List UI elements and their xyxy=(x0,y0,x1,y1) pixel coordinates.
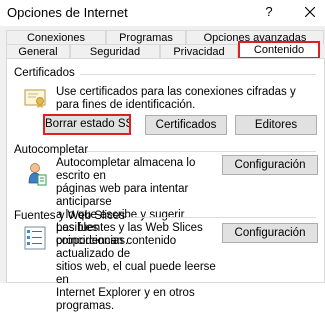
fuentes-configuracion-button[interactable]: Configuración xyxy=(222,223,318,243)
title-bar: Opciones de Internet ? xyxy=(0,0,325,26)
tab-label: Privacidad xyxy=(173,46,225,58)
description-line: sitios web, el cual puede leerse en xyxy=(56,261,216,286)
feeds-list-icon xyxy=(24,226,46,250)
tab-label: Contenido xyxy=(253,44,305,56)
section-divider xyxy=(126,217,316,218)
tab-contenido[interactable]: Contenido xyxy=(238,41,320,59)
tab-privacidad[interactable]: Privacidad xyxy=(160,44,238,58)
editores-button[interactable]: Editores xyxy=(235,115,317,135)
button-label: Editores xyxy=(254,119,298,131)
tab-label: Conexiones xyxy=(26,32,86,44)
button-label: Borrar estado SSL xyxy=(45,118,131,130)
autocomplete-user-icon xyxy=(28,163,47,186)
tab-seguridad[interactable]: Seguridad xyxy=(70,44,160,58)
fuentes-description: Las fuentes y las Web Slices proporciona… xyxy=(56,222,226,313)
certificados-button[interactable]: Certificados xyxy=(145,115,227,135)
close-icon xyxy=(305,7,315,17)
description-line: Internet Explorer y en otros programas. xyxy=(56,287,195,312)
description-line: páginas web para intentar anticiparse xyxy=(56,183,189,208)
description-line: Las fuentes y las Web Slices xyxy=(56,222,203,234)
button-label: Configuración xyxy=(234,227,306,239)
section-divider xyxy=(80,74,316,75)
tab-label: Programas xyxy=(119,32,173,44)
certificados-description: Use certificados para las conexiones cif… xyxy=(56,86,296,111)
certificate-icon xyxy=(24,89,46,108)
section-title-fuentes: Fuentes y Web Slices xyxy=(14,210,126,222)
tab-conexiones[interactable]: Conexiones xyxy=(6,30,106,44)
close-button[interactable] xyxy=(300,1,320,23)
tab-programas[interactable]: Programas xyxy=(106,30,186,44)
tab-label: Seguridad xyxy=(89,46,141,58)
tab-general[interactable]: General xyxy=(6,44,70,58)
description-line: proporcionan contenido actualizado de xyxy=(56,235,177,260)
window-title: Opciones de Internet xyxy=(7,5,128,20)
help-button[interactable]: ? xyxy=(260,1,278,23)
section-title-certificados: Certificados xyxy=(14,67,75,79)
button-label: Certificados xyxy=(155,119,217,131)
borrar-estado-ssl-button[interactable]: Borrar estado SSL xyxy=(43,114,131,135)
section-divider xyxy=(86,151,316,152)
description-line: Autocompletar almacena lo escrito en xyxy=(56,157,196,182)
section-title-autocompletar: Autocompletar xyxy=(14,144,89,156)
button-label: Configuración xyxy=(234,159,306,171)
tab-label: General xyxy=(18,46,58,58)
autocompletar-configuracion-button[interactable]: Configuración xyxy=(222,155,318,175)
